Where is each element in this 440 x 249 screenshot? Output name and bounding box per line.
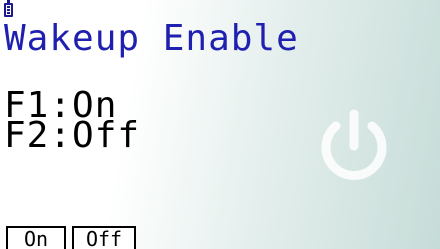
battery-icon [4,0,13,17]
option-line-f2: F2:Off [4,115,141,156]
power-icon [321,109,387,180]
screen-title: Wakeup Enable [4,18,299,59]
f2-off-key[interactable]: Off [72,226,136,249]
function-key-bar: On Off [0,226,440,249]
f1-on-key[interactable]: On [6,226,66,249]
calculator-screen: Wakeup Enable F1:On F2:Off On Off [0,0,440,249]
